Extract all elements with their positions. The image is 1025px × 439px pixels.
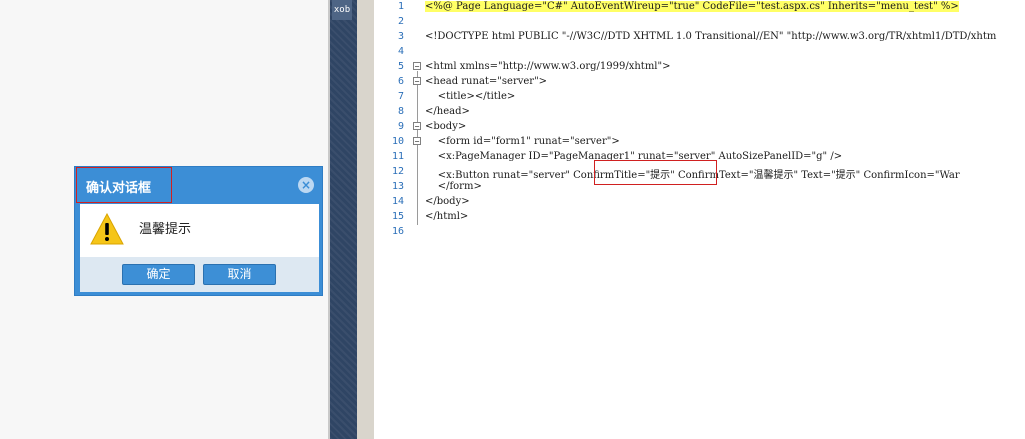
line-number: 5	[397, 61, 404, 72]
line-number: 12	[391, 166, 404, 177]
code-line[interactable]: </head>	[425, 106, 470, 117]
close-icon[interactable]: ×	[298, 177, 314, 193]
confirm-title-highlight-box	[594, 160, 717, 185]
line-number: 14	[391, 196, 404, 207]
line-number: 10	[391, 136, 404, 147]
dialog-header[interactable]: 确认对话框 ×	[75, 167, 322, 205]
toolbox-tab[interactable]: xob	[332, 0, 352, 20]
line-number: 4	[397, 46, 404, 57]
code-line[interactable]: <!DOCTYPE html PUBLIC "-//W3C//DTD XHTML…	[425, 31, 996, 42]
confirm-dialog: 确认对话框 × 温馨提示 确定 取消	[74, 166, 323, 296]
line-number: 16	[391, 226, 404, 237]
dialog-body: 温馨提示	[80, 204, 319, 257]
code-line[interactable]: <body>	[425, 121, 466, 132]
line-number: 1	[397, 1, 404, 12]
ok-button[interactable]: 确定	[122, 264, 195, 285]
editor-gutter	[357, 0, 374, 439]
line-number: 13	[391, 181, 404, 192]
dialog-footer: 确定 取消	[80, 257, 319, 292]
code-line[interactable]: <%@ Page Language="C#" AutoEventWireup="…	[425, 1, 959, 12]
fold-guide-line	[417, 71, 418, 225]
line-number: 9	[397, 121, 404, 132]
title-highlight-box	[76, 167, 172, 203]
line-number: 3	[397, 31, 404, 42]
line-number: 6	[397, 76, 404, 87]
fold-toggle-head[interactable]: −	[413, 77, 421, 86]
code-line[interactable]: <form id="form1" runat="server">	[425, 136, 620, 147]
line-number: 15	[391, 211, 404, 222]
toolbox-strip	[330, 0, 357, 439]
dialog-message: 温馨提示	[139, 222, 192, 237]
line-number: 8	[397, 106, 404, 117]
fold-toggle-body[interactable]: −	[413, 122, 421, 131]
code-line[interactable]: </form>	[425, 181, 482, 192]
line-number: 11	[391, 151, 404, 162]
code-line[interactable]: <html xmlns="http://www.w3.org/1999/xhtm…	[425, 61, 670, 72]
code-line[interactable]: </body>	[425, 196, 470, 207]
code-line[interactable]: </html>	[425, 211, 468, 222]
fold-toggle-form[interactable]: −	[413, 137, 421, 146]
code-line[interactable]: <head runat="server">	[425, 76, 547, 87]
line-number: 2	[397, 16, 404, 27]
warning-triangle-icon	[90, 213, 124, 245]
code-line[interactable]: <title></title>	[425, 91, 516, 102]
fold-toggle-html[interactable]: −	[413, 62, 421, 71]
line-number: 7	[397, 91, 404, 102]
cancel-button[interactable]: 取消	[203, 264, 276, 285]
